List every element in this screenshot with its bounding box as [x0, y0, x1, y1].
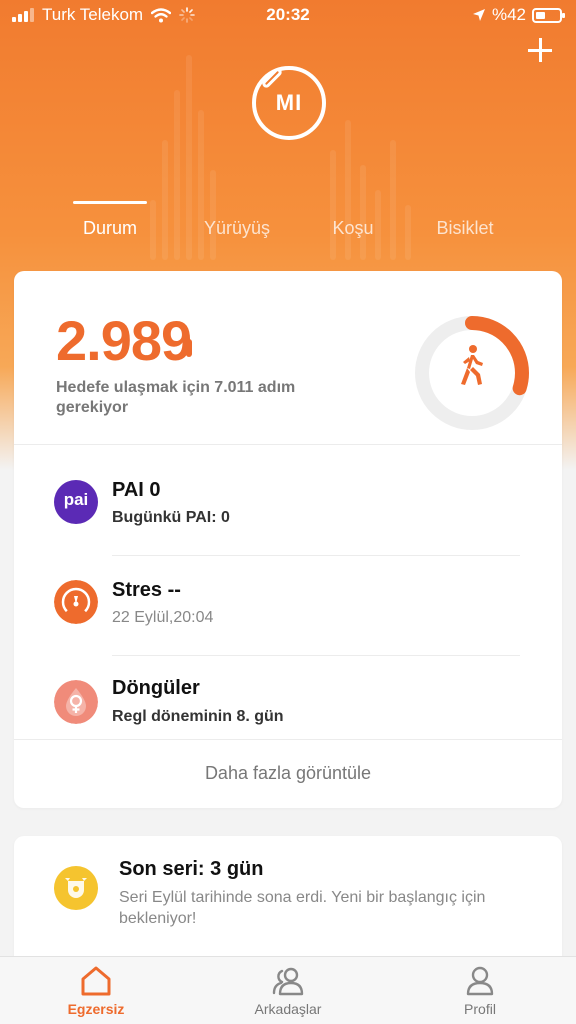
friends-icon [272, 967, 304, 996]
cycles-row[interactable]: Döngüler Regl döneminin 8. gün [14, 655, 562, 755]
nav-arkadaslar[interactable]: Arkadaşlar [228, 965, 348, 1017]
step-count: 2.989 [56, 309, 192, 372]
stress-row[interactable]: Stres -- 22 Eylül,20:04 [14, 555, 562, 655]
stress-subtitle: 22 Eylül,20:04 [112, 609, 214, 626]
summary-card: 2.989 Hedefe ulaşmak için 7.011 adım ger… [14, 271, 562, 808]
tab-yuruyus[interactable]: Yürüyüş [204, 218, 270, 239]
divider [14, 444, 562, 445]
battery-level [536, 11, 546, 19]
stress-gauge-icon [54, 580, 98, 624]
bottom-navigation: Egzersiz Arkadaşlar Profil [0, 956, 576, 1024]
streak-subtitle: Seri Eylül tarihinde sona erdi. Yeni bir… [119, 889, 486, 927]
pai-title: PAI 0 [112, 479, 161, 501]
pai-row[interactable]: pai PAI 0 Bugünkü PAI: 0 [14, 455, 562, 555]
tab-bisiklet[interactable]: Bisiklet [436, 218, 493, 239]
steps-goal-text: Hedefe ulaşmak için 7.011 adım gerekiyor [56, 379, 296, 416]
divider [14, 739, 562, 740]
battery-icon [532, 7, 565, 23]
home-icon [81, 966, 111, 996]
stress-title: Stres -- [112, 579, 181, 601]
battery-percentage: %42 [491, 5, 526, 24]
cycles-title: Döngüler [112, 677, 200, 699]
nav-egzersiz[interactable]: Egzersiz [36, 965, 156, 1017]
cycle-drop-icon [54, 680, 98, 724]
tab-kosu[interactable]: Koşu [332, 218, 373, 239]
show-more-link[interactable]: Daha fazla görüntüle [14, 763, 562, 784]
cycles-subtitle: Regl döneminin 8. gün [112, 708, 284, 725]
mi-logo-icon: MI [275, 90, 303, 115]
activity-tabs: Durum Yürüyüş Koşu Bisiklet [0, 201, 576, 248]
tab-durum[interactable]: Durum [72, 201, 148, 239]
walking-person-icon [461, 345, 483, 385]
pai-icon: pai [54, 480, 98, 524]
nav-profil[interactable]: Profil [420, 965, 540, 1017]
streak-badge-icon [54, 866, 98, 910]
streak-card[interactable]: Son seri: 3 gün Seri Eylül tarihinde son… [14, 836, 562, 966]
device-logo[interactable]: MI [252, 66, 326, 140]
status-bar: Turk Telekom 20:32 %42 [0, 0, 576, 32]
tab-active-indicator [72, 201, 148, 204]
streak-title: Son seri: 3 gün [119, 858, 264, 880]
pai-subtitle: Bugünkü PAI: 0 [112, 509, 230, 526]
profile-icon [466, 966, 494, 996]
steps-unit-marker [186, 339, 192, 357]
location-arrow-icon [472, 9, 485, 21]
add-button[interactable] [524, 34, 556, 66]
